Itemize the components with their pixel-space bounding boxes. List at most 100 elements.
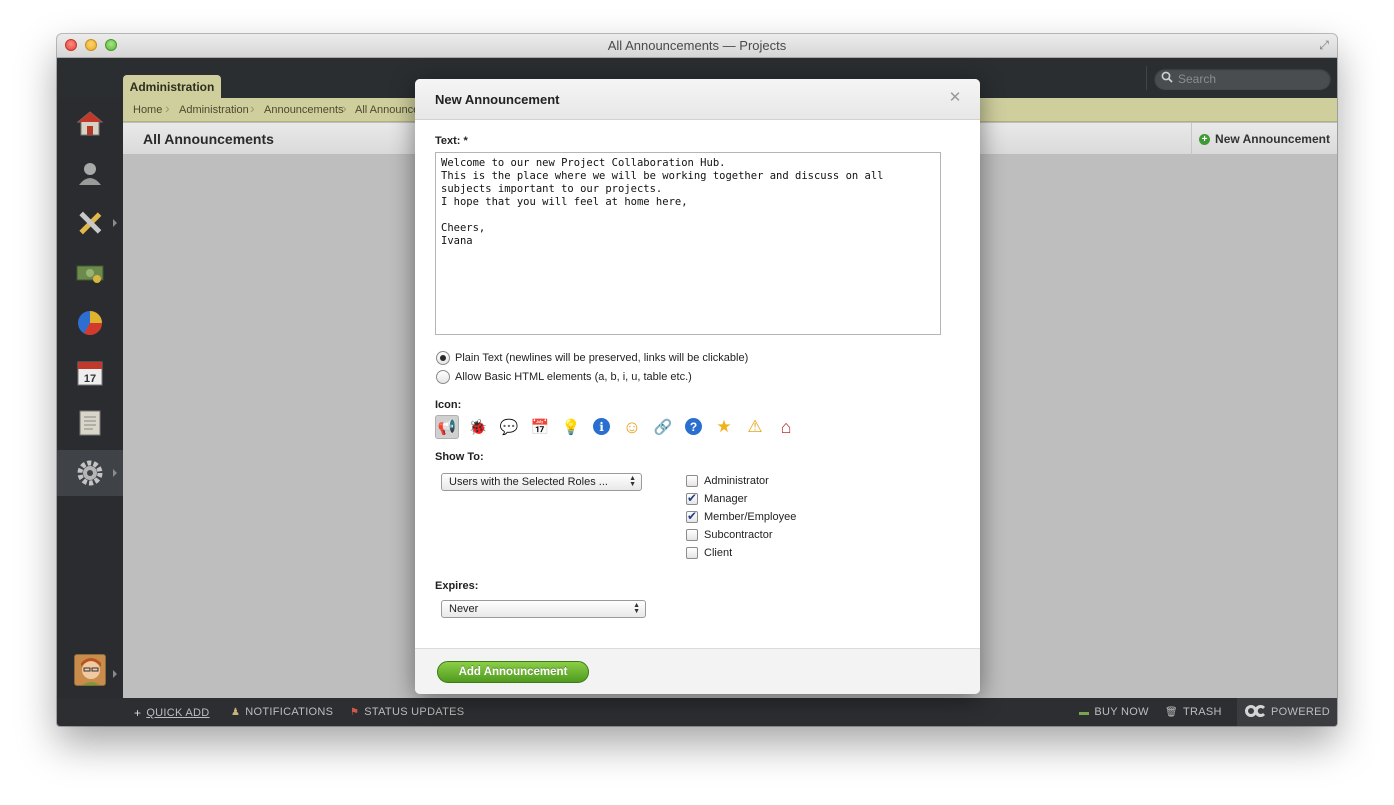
html-label: Allow Basic HTML elements (a, b, i, u, t… [455, 371, 692, 383]
show-to-select[interactable]: Users with the Selected Roles ... ▲ ▼ [441, 473, 642, 491]
format-html-option[interactable]: Allow Basic HTML elements (a, b, i, u, t… [436, 370, 692, 384]
megaphone-icon[interactable]: 📢 [435, 415, 459, 439]
show-to-value: Users with the Selected Roles ... [449, 476, 608, 488]
administrator-checkbox[interactable] [686, 475, 698, 487]
expires-label: Expires: [435, 580, 479, 592]
title-bar: All Announcements — Projects ⤢ [57, 34, 1337, 58]
star-icon[interactable]: ★ [712, 415, 736, 439]
select-arrows-icon: ▲ ▼ [629, 475, 636, 488]
subcontractor-label: Subcontractor [704, 529, 773, 541]
html-radio[interactable] [436, 370, 450, 384]
member-checkbox[interactable] [686, 509, 698, 523]
breadcrumb-separator-icon: › [165, 100, 170, 116]
expand-arrow-icon [113, 219, 117, 227]
expires-select[interactable]: Never ▲ ▼ [441, 600, 646, 618]
breadcrumb-administration[interactable]: Administration [179, 104, 249, 116]
avatar[interactable] [74, 654, 106, 686]
powered-label: POWERED [1271, 706, 1330, 718]
money-icon [76, 259, 104, 287]
new-announcement-button[interactable]: + New Announcement [1191, 123, 1337, 155]
info-icon[interactable]: ℹ [593, 418, 610, 435]
buy-now-label: BUY NOW [1094, 706, 1149, 718]
show-to-label: Show To: [435, 451, 484, 463]
warning-icon[interactable]: ⚠ [743, 415, 767, 439]
sidebar-item-invoicing[interactable] [57, 250, 123, 296]
search-input[interactable] [1178, 70, 1323, 88]
notifications-label: NOTIFICATIONS [245, 706, 334, 718]
close-window-button[interactable] [65, 39, 77, 51]
page-title: All Announcements [143, 131, 274, 147]
sidebar-item-documents[interactable] [57, 400, 123, 446]
sidebar-item-projects[interactable] [57, 200, 123, 246]
trash-icon: 🗑 [1165, 706, 1178, 718]
calendar-icon: 17 [76, 359, 104, 387]
quick-add-label: QUICK ADD [146, 707, 210, 719]
icon-label: Icon: [435, 399, 462, 411]
minimize-window-button[interactable] [85, 39, 97, 51]
home-icon[interactable]: ⌂ [774, 415, 798, 439]
icon-picker: 📢 🐞 💬 📅 💡 ℹ ☺ 🔗 ? ★ ⚠ ⌂ [435, 415, 798, 439]
avatar-menu-arrow-icon[interactable] [113, 670, 117, 678]
new-announcement-label: New Announcement [1215, 132, 1330, 146]
sidebar-item-people[interactable] [57, 150, 123, 196]
client-checkbox[interactable] [686, 547, 698, 559]
sidebar-item-reports[interactable] [57, 300, 123, 346]
sidebar-item-calendar[interactable]: 17 [57, 350, 123, 396]
fullscreen-icon[interactable]: ⤢ [1317, 38, 1331, 52]
close-icon[interactable]: ✕ [948, 90, 962, 105]
plain-text-radio[interactable] [436, 351, 450, 365]
role-administrator[interactable]: Administrator [686, 475, 769, 487]
sidebar: 17 [57, 98, 123, 698]
help-icon[interactable]: ? [685, 418, 702, 435]
role-member[interactable]: Member/Employee [686, 509, 796, 523]
chat-bubble-icon[interactable]: 💬 [497, 415, 521, 439]
breadcrumb-separator-icon: › [250, 100, 255, 116]
bug-icon[interactable]: 🐞 [466, 415, 490, 439]
pencil-ruler-icon [76, 209, 104, 237]
calendar-date-label: 17 [84, 373, 96, 385]
status-updates-button[interactable]: ⚑ STATUS UPDATES [350, 706, 464, 718]
format-plain-text-option[interactable]: Plain Text (newlines will be preserved, … [436, 351, 748, 365]
role-subcontractor[interactable]: Subcontractor [686, 529, 772, 541]
window-title: All Announcements — Projects [607, 38, 787, 53]
subcontractor-checkbox[interactable] [686, 529, 698, 541]
expires-value: Never [449, 603, 479, 615]
user-icon [76, 159, 104, 187]
add-icon: + [1199, 133, 1211, 145]
buy-now-button[interactable]: ▬ BUY NOW [1079, 706, 1149, 718]
lightbulb-icon[interactable]: 💡 [559, 415, 583, 439]
document-icon [76, 409, 104, 437]
breadcrumb-home[interactable]: Home [133, 104, 162, 116]
flag-icon: ⚑ [350, 706, 360, 718]
gear-icon [76, 459, 104, 487]
role-client[interactable]: Client [686, 547, 732, 559]
zoom-window-button[interactable] [105, 39, 117, 51]
home-icon [76, 109, 104, 137]
calendar-icon[interactable]: 📅 [528, 415, 552, 439]
breadcrumb-announcements[interactable]: Announcements [264, 104, 344, 116]
sidebar-item-administration[interactable] [57, 450, 123, 496]
powered-by-badge[interactable]: POWERED [1237, 698, 1337, 726]
quick-add-button[interactable]: + QUICK ADD [134, 706, 210, 720]
bell-icon: ♟ [231, 706, 241, 718]
money-icon: ▬ [1079, 706, 1090, 718]
manager-label: Manager [704, 493, 748, 505]
bottom-bar: + QUICK ADD ♟ NOTIFICATIONS ⚑ STATUS UPD… [57, 698, 1337, 726]
search-icon [1161, 71, 1175, 85]
divider [1146, 66, 1147, 90]
notifications-button[interactable]: ♟ NOTIFICATIONS [231, 706, 333, 718]
sidebar-item-home[interactable] [57, 100, 123, 146]
manager-checkbox[interactable] [686, 491, 698, 505]
add-announcement-button[interactable]: Add Announcement [437, 661, 589, 683]
administrator-label: Administrator [704, 475, 769, 487]
trash-button[interactable]: 🗑 TRASH [1165, 706, 1222, 718]
announcement-text-field[interactable]: Welcome to our new Project Collaboration… [435, 152, 941, 335]
smiley-icon[interactable]: ☺ [620, 415, 644, 439]
link-icon[interactable]: 🔗 [651, 415, 675, 439]
search-box[interactable] [1154, 68, 1331, 90]
status-updates-label: STATUS UPDATES [364, 706, 465, 718]
plus-icon: + [134, 706, 142, 720]
dialog-header: New Announcement ✕ [415, 79, 980, 120]
tab-administration[interactable]: Administration [123, 75, 221, 99]
role-manager[interactable]: Manager [686, 491, 748, 505]
